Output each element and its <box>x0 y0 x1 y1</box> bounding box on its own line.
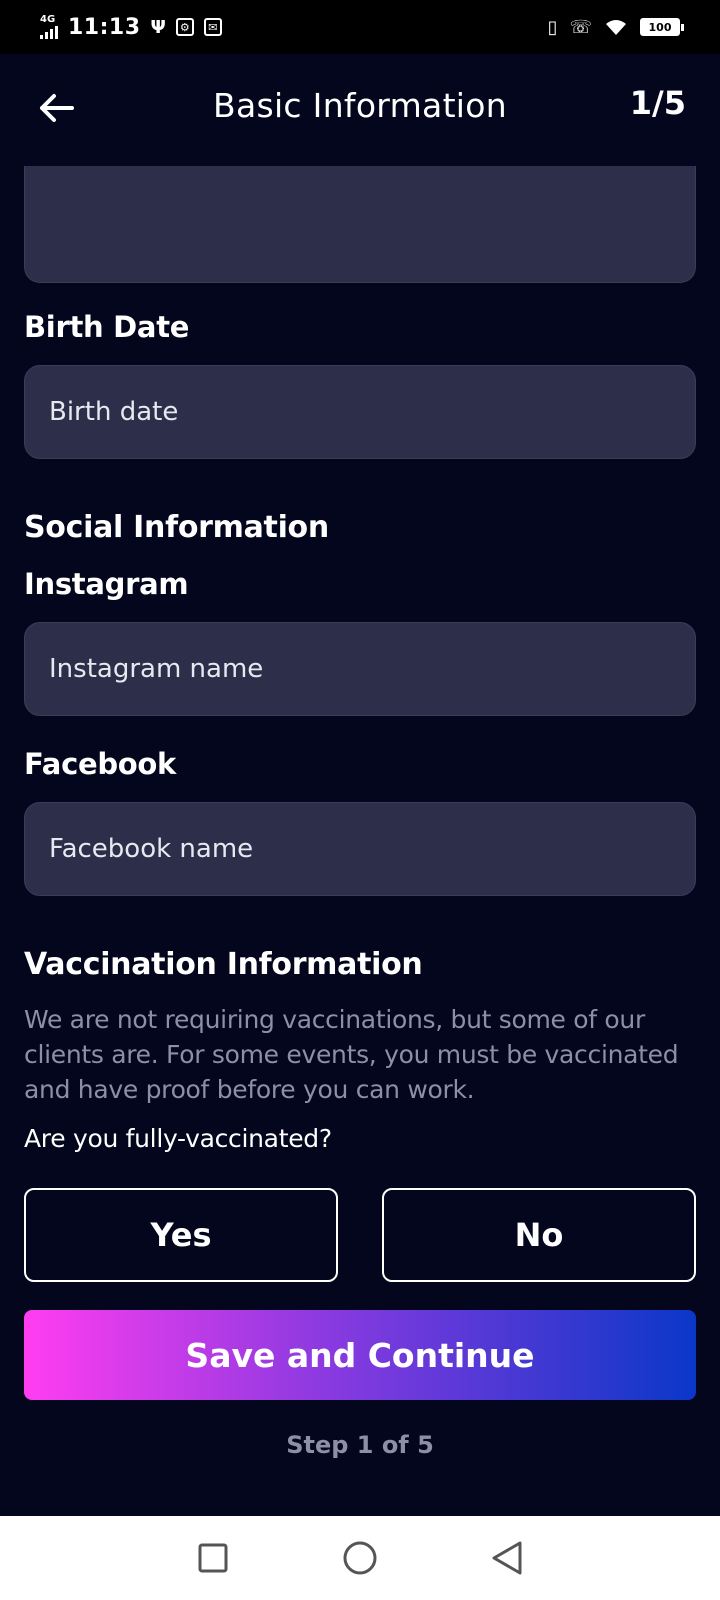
battery-icon: 100 <box>640 18 684 36</box>
mail-icon: ✉ <box>203 18 222 36</box>
system-nav-bar <box>0 1516 720 1600</box>
circle-icon <box>343 1541 377 1575</box>
battery-level: 100 <box>648 20 672 34</box>
triangle-back-icon <box>492 1541 522 1575</box>
status-bar: 4G 11:13 Ψ ⚙ ✉ ▯ ☏ 100 <box>0 0 720 54</box>
birth-date-input[interactable]: Birth date <box>24 365 696 459</box>
instagram-input[interactable]: Instagram name <box>24 622 696 716</box>
save-and-continue-button[interactable]: Save and Continue <box>24 1310 696 1400</box>
birth-date-placeholder: Birth date <box>49 397 179 427</box>
status-time: 11:13 <box>68 14 141 40</box>
vaccination-information-heading: Vaccination Information <box>24 947 423 982</box>
instagram-label: Instagram <box>24 567 189 601</box>
facebook-label: Facebook <box>24 747 177 781</box>
facebook-input[interactable]: Facebook name <box>24 802 696 896</box>
vaccination-question: Are you fully-vaccinated? <box>24 1124 332 1153</box>
vibrate-icon: ▯ <box>547 16 558 38</box>
network-type: 4G <box>40 14 56 25</box>
social-information-heading: Social Information <box>24 510 329 545</box>
facebook-placeholder: Facebook name <box>49 834 254 864</box>
app-header: Basic Information 1/5 <box>0 54 720 166</box>
home-button[interactable] <box>340 1538 380 1578</box>
step-text: Step 1 of 5 <box>286 1431 434 1459</box>
wifi-call-icon: ☏ <box>569 16 592 38</box>
birth-date-label: Birth Date <box>24 310 190 344</box>
no-button[interactable]: No <box>382 1188 696 1282</box>
status-left: 4G 11:13 Ψ ⚙ ✉ <box>40 15 222 40</box>
system-back-button[interactable] <box>487 1538 527 1578</box>
yes-button[interactable]: Yes <box>24 1188 338 1282</box>
wifi-icon <box>606 20 626 35</box>
page-title: Basic Information <box>213 86 507 125</box>
usb-icon: Ψ <box>150 16 166 38</box>
no-label: No <box>514 1216 564 1254</box>
network-indicator: 4G <box>40 15 58 39</box>
previous-field[interactable] <box>24 166 696 283</box>
square-icon <box>198 1543 228 1573</box>
usb-debug-icon: ⚙ <box>175 18 194 36</box>
recent-apps-button[interactable] <box>193 1538 233 1578</box>
status-right: ▯ ☏ 100 <box>547 16 684 38</box>
instagram-placeholder: Instagram name <box>49 654 264 684</box>
vaccination-description: We are not requiring vaccinations, but s… <box>24 1005 679 1104</box>
save-and-continue-label: Save and Continue <box>185 1335 535 1375</box>
signal-icon <box>40 25 58 39</box>
form-content[interactable]: Birth Date Birth date Social Information… <box>0 166 720 1516</box>
yes-label: Yes <box>150 1216 212 1254</box>
step-indicator: 1/5 <box>629 84 686 122</box>
